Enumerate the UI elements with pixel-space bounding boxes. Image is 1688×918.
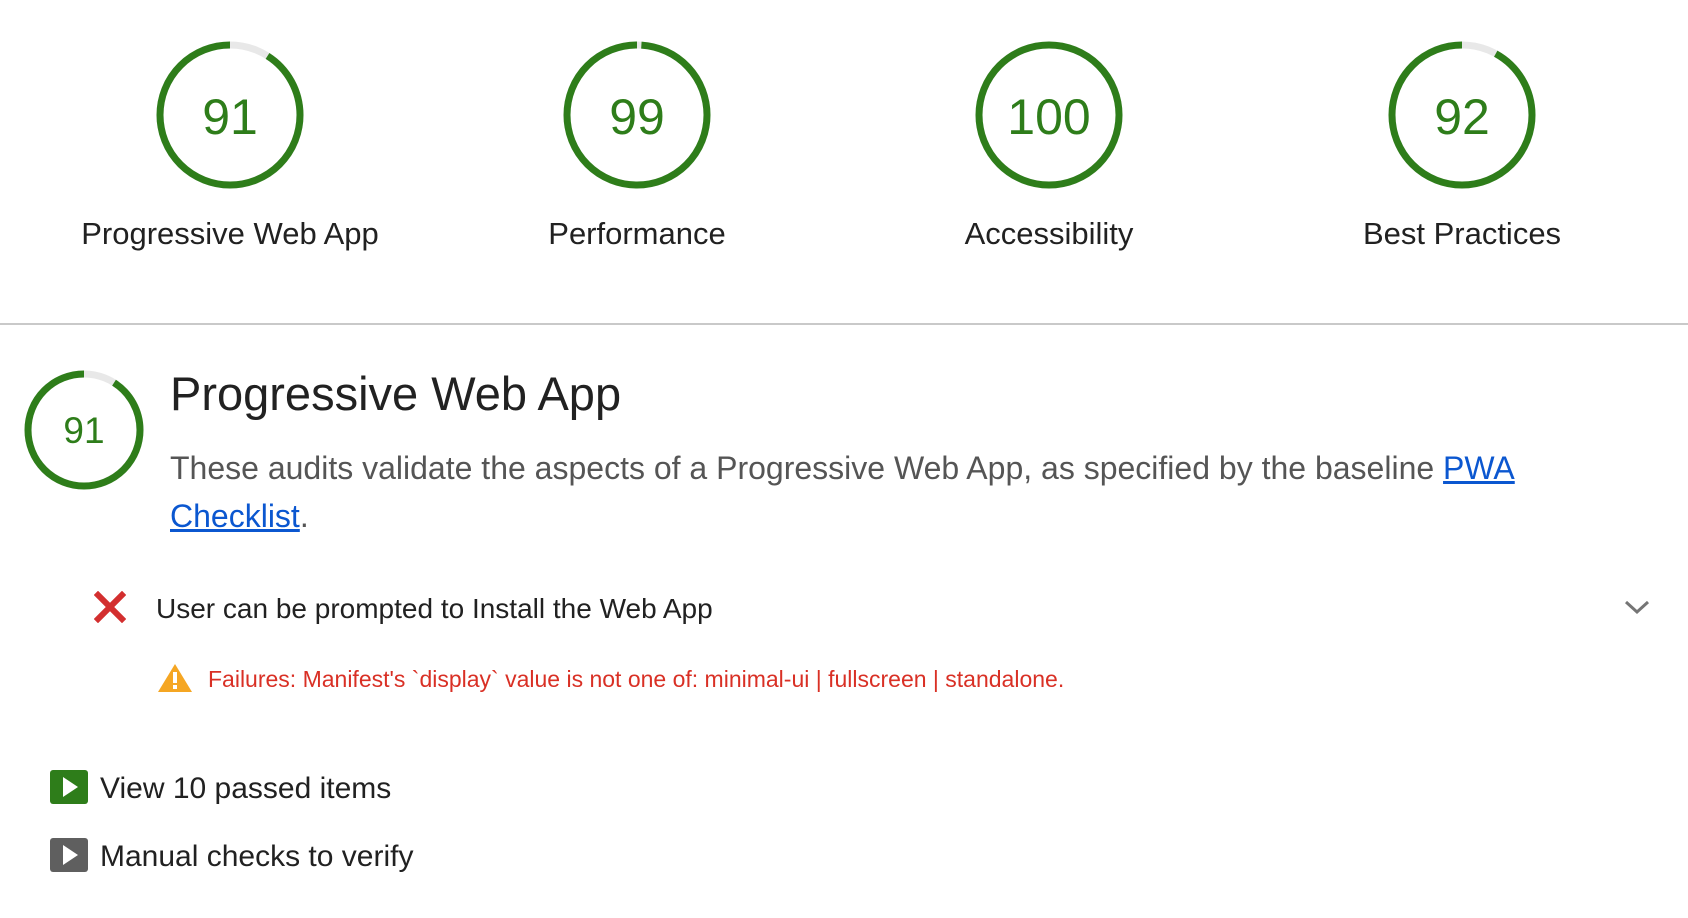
gauge-label: Best Practices bbox=[1362, 216, 1562, 251]
play-icon bbox=[50, 770, 88, 809]
section-divider bbox=[0, 323, 1688, 325]
chevron-down-icon[interactable] bbox=[1624, 599, 1650, 620]
category-description: These audits validate the aspects of a P… bbox=[170, 444, 1590, 540]
gauge-label: Accessibility bbox=[964, 216, 1134, 251]
score-ring: 100 bbox=[975, 41, 1123, 189]
manual-checks-label: Manual checks to verify bbox=[100, 840, 414, 873]
cross-icon bbox=[93, 590, 127, 628]
category-title: Progressive Web App bbox=[170, 367, 622, 420]
gauge-progressive-web-app[interactable]: 91 Progressive Web App bbox=[20, 40, 440, 252]
audit-installable[interactable]: User can be prompted to Install the Web … bbox=[90, 585, 1660, 635]
audit-title: User can be prompted to Install the Web … bbox=[156, 593, 713, 624]
passed-items-label: View 10 passed items bbox=[100, 772, 392, 805]
warning-text: Failures: Manifest's `display` value is … bbox=[208, 666, 1065, 692]
score-ring: 91 bbox=[24, 370, 144, 490]
score-ring: 99 bbox=[563, 41, 711, 189]
warning-triangle-icon bbox=[156, 662, 194, 699]
description-end: . bbox=[299, 498, 309, 534]
gauge-accessibility[interactable]: 100 Accessibility bbox=[839, 40, 1259, 252]
play-icon bbox=[50, 838, 88, 877]
gauge-score: 91 bbox=[202, 89, 258, 145]
gauge-score: 92 bbox=[1434, 89, 1490, 145]
gauge-performance[interactable]: 99 Performance bbox=[427, 40, 847, 252]
gauge-score: 100 bbox=[1007, 89, 1090, 145]
category-score: 91 bbox=[63, 410, 104, 451]
score-ring: 92 bbox=[1388, 41, 1536, 189]
category-score-gauge: 91 bbox=[24, 370, 144, 495]
description-text: These audits validate the aspects of a P… bbox=[170, 450, 1444, 486]
gauge-label: Progressive Web App bbox=[81, 216, 379, 251]
gauge-score: 99 bbox=[609, 89, 665, 145]
score-ring: 91 bbox=[156, 41, 304, 189]
gauge-label: Performance bbox=[548, 216, 726, 251]
score-gauges: 91 Progressive Web App 99 Performance 10… bbox=[0, 0, 1688, 323]
gauge-best-practices[interactable]: 92 Best Practices bbox=[1252, 40, 1672, 252]
